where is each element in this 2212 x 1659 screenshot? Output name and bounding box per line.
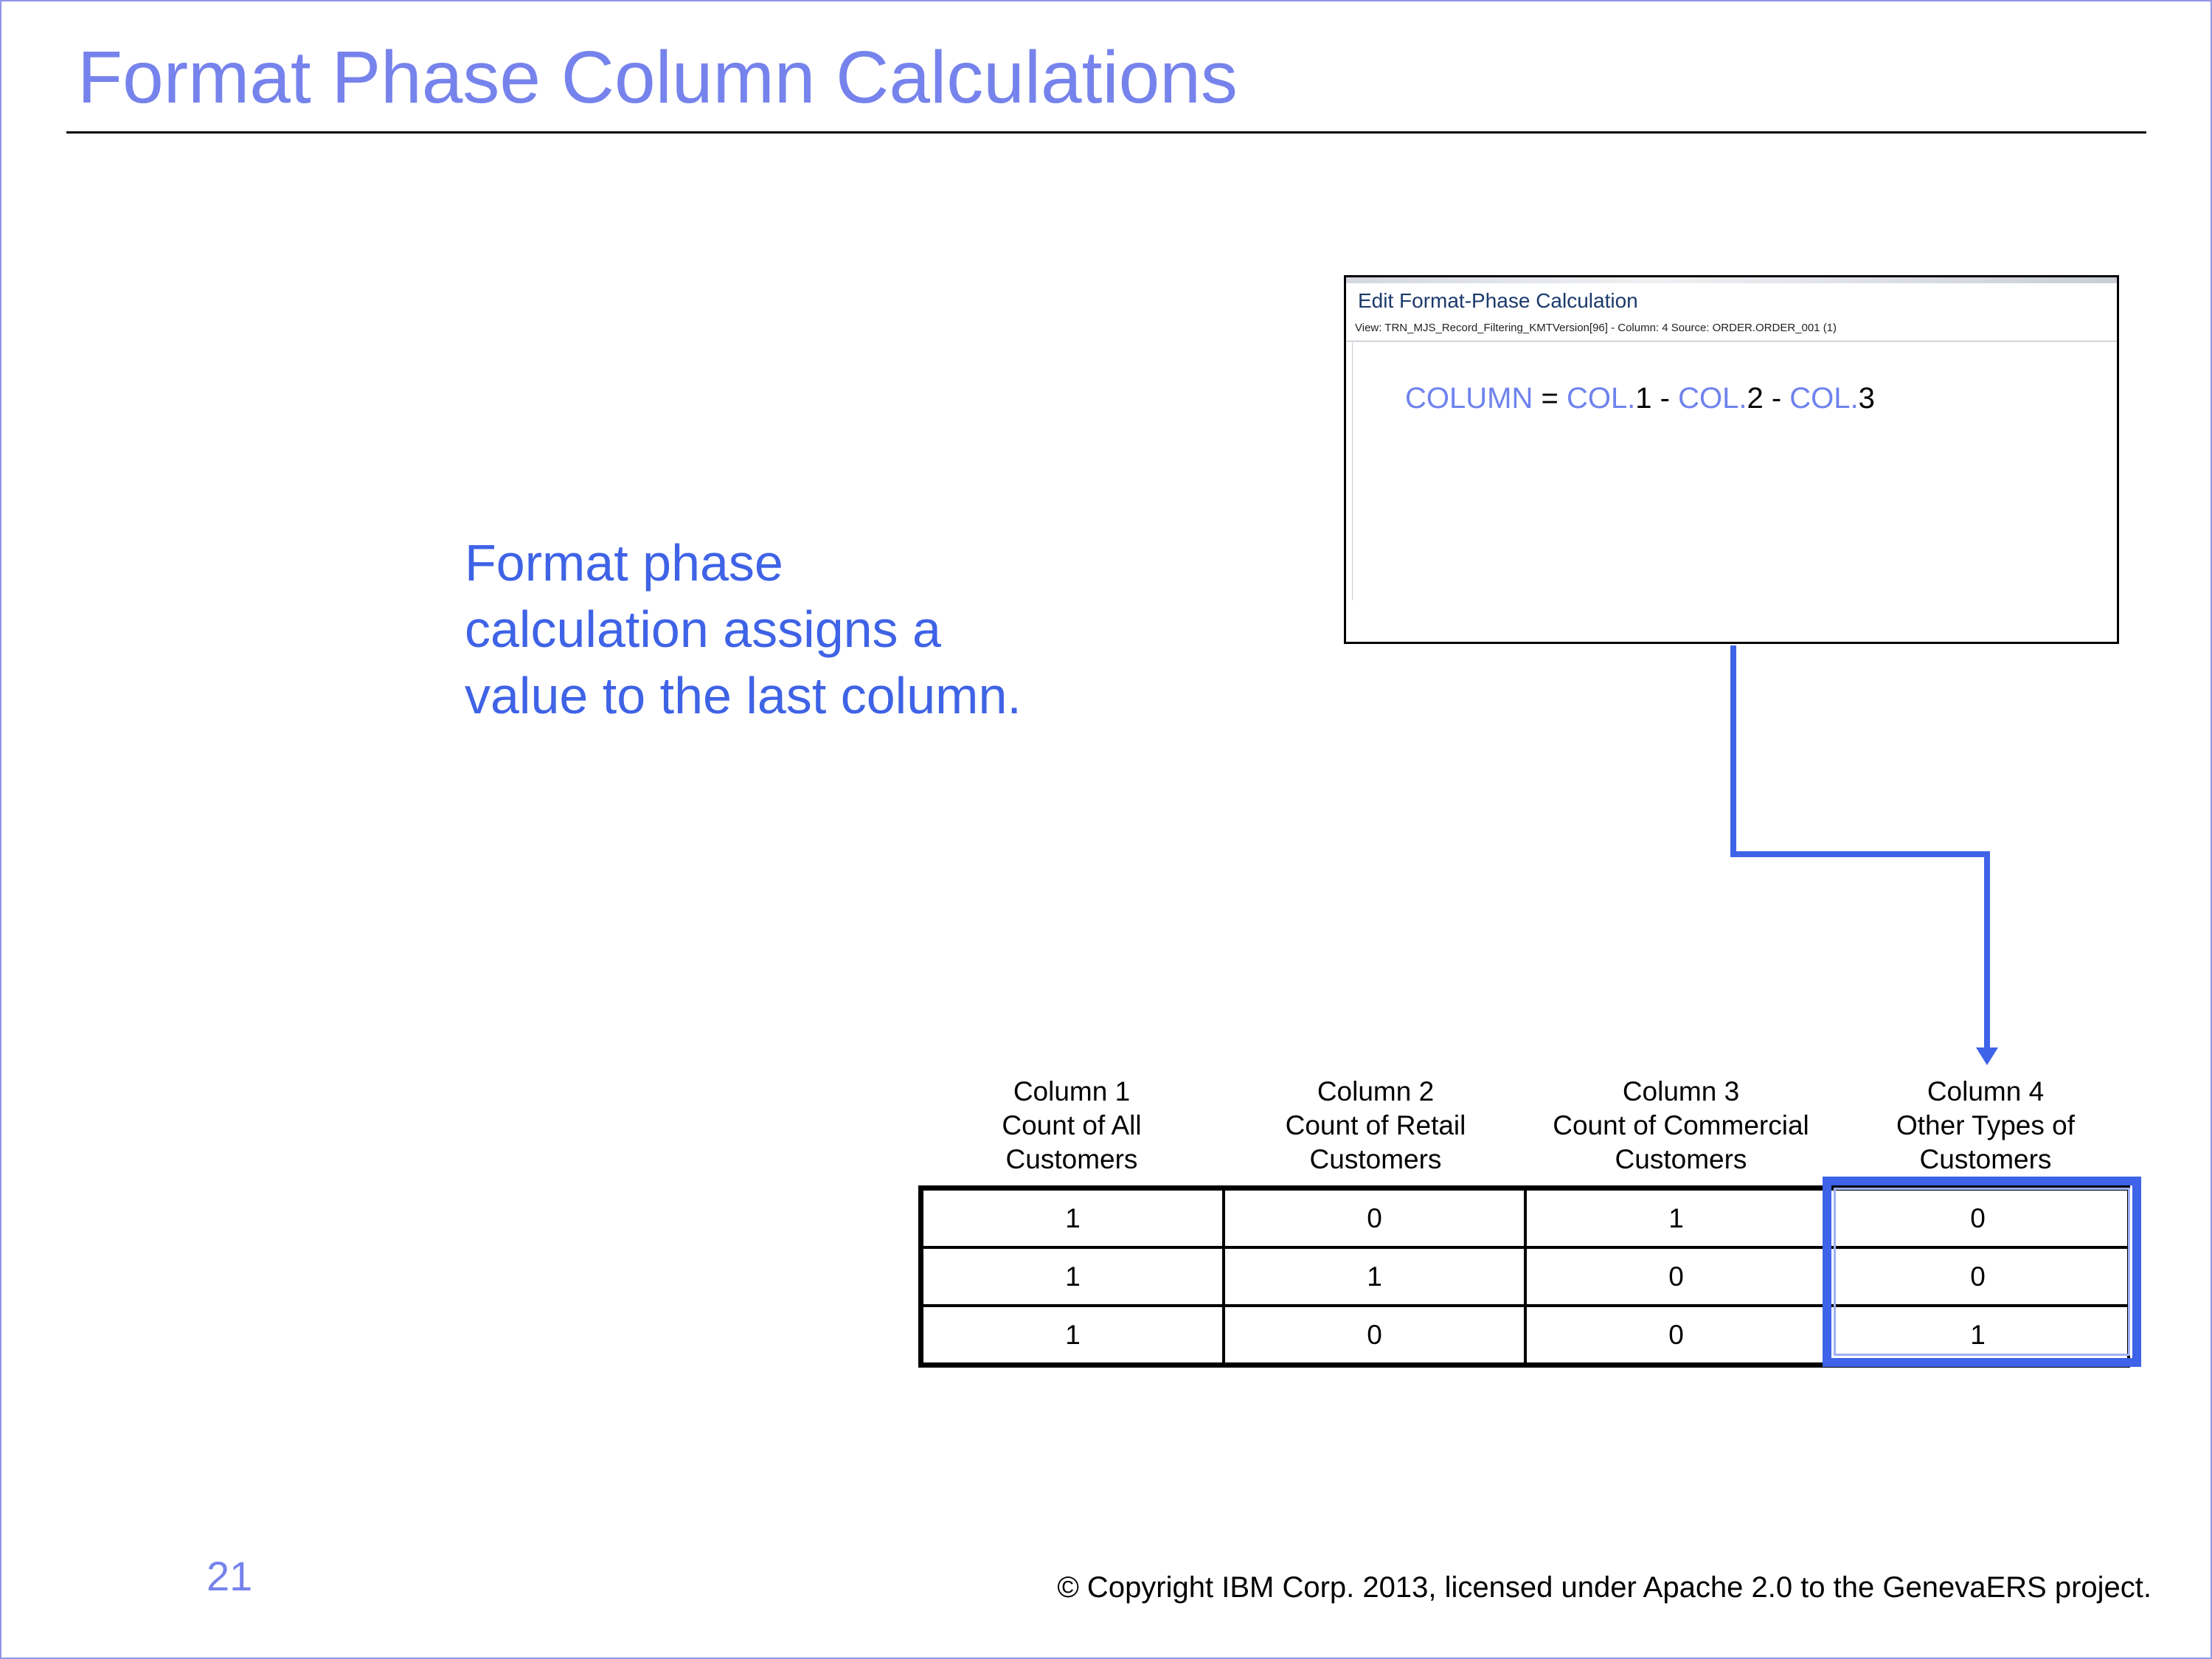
column-header-line: Column 3	[1622, 1076, 1740, 1106]
table-cell: 1	[918, 1304, 1225, 1368]
column-header-line: Count of Commercial	[1553, 1110, 1809, 1140]
table-row: 1 1 0 0	[918, 1246, 2130, 1307]
column-header-3: Column 3 Count of Commercial Customers	[1530, 1075, 1832, 1177]
table-row: 1 0 1 0	[918, 1185, 2130, 1249]
column-header-line: Count of Retail	[1285, 1110, 1466, 1140]
column-header-1: Column 1 Count of All Customers	[920, 1075, 1223, 1177]
table-cell: 1	[1826, 1304, 2130, 1368]
column-header-line: Count of All	[1002, 1110, 1142, 1140]
table-cell: 1	[1222, 1246, 1527, 1307]
column-header-line: Column 1	[1013, 1076, 1131, 1106]
column-header-line: Other Types of	[1896, 1110, 2075, 1140]
table-cell: 0	[1524, 1304, 1828, 1368]
table-cell: 1	[1524, 1185, 1828, 1249]
copyright-notice: © Copyright IBM Corp. 2013, licensed und…	[1057, 1571, 2152, 1604]
table-cell: 0	[1222, 1304, 1527, 1368]
table-cell: 0	[1222, 1185, 1527, 1249]
arrow-down-icon	[1976, 1047, 1998, 1065]
column-header-line: Column 4	[1927, 1076, 2045, 1106]
column-header-4: Column 4 Other Types of Customers	[1834, 1075, 2137, 1177]
connector-arrow	[1730, 645, 1998, 1065]
column-header-line: Customers	[1309, 1144, 1442, 1174]
connector-line	[1730, 645, 1990, 1049]
results-table: 1 0 1 0 1 1 0 0 1 0 0 1	[918, 1185, 2130, 1368]
table-cell: 0	[1826, 1185, 2130, 1249]
column-header-line: Customers	[1615, 1144, 1747, 1174]
column-header-2: Column 2 Count of Retail Customers	[1224, 1075, 1527, 1177]
table-cell: 0	[1524, 1246, 1828, 1307]
table-row: 1 0 0 1	[918, 1304, 2130, 1368]
table-cell: 0	[1826, 1246, 2130, 1307]
column-header-line: Customers	[1919, 1144, 2052, 1174]
column-header-line: Column 2	[1317, 1076, 1435, 1106]
table-cell: 1	[918, 1185, 1225, 1249]
table-cell: 1	[918, 1246, 1225, 1307]
page-number: 21	[207, 1553, 253, 1599]
column-header-line: Customers	[1005, 1144, 1138, 1174]
